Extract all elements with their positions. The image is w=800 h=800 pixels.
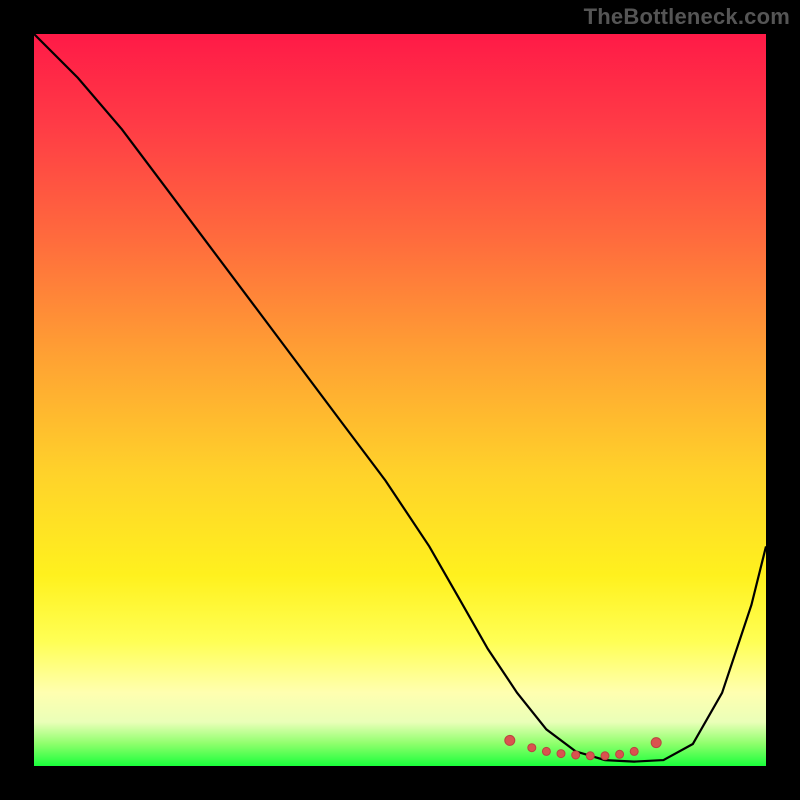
watermark-text: TheBottleneck.com xyxy=(584,4,790,30)
chart-stage: TheBottleneck.com xyxy=(0,0,800,800)
gradient-plot-area xyxy=(34,34,766,766)
